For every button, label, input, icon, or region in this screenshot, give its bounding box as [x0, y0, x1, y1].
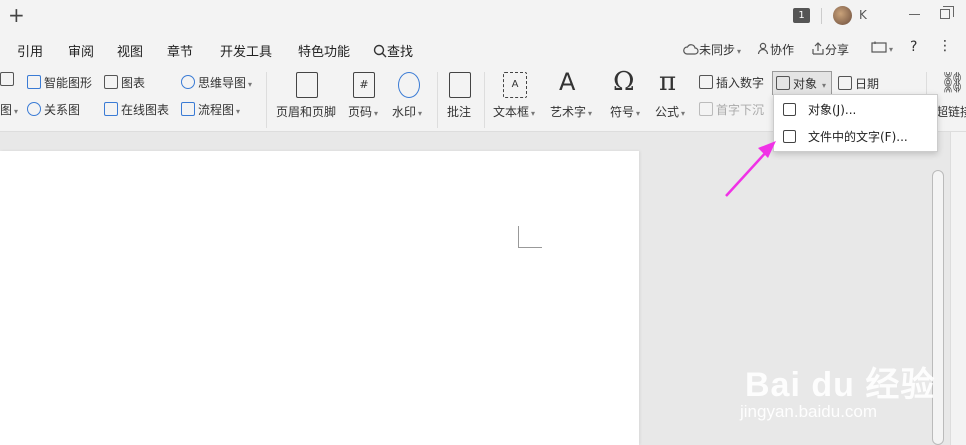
watermark-brand: Bai du 经验: [745, 366, 936, 404]
watermark-url: jingyan.baidu.com: [740, 402, 878, 421]
